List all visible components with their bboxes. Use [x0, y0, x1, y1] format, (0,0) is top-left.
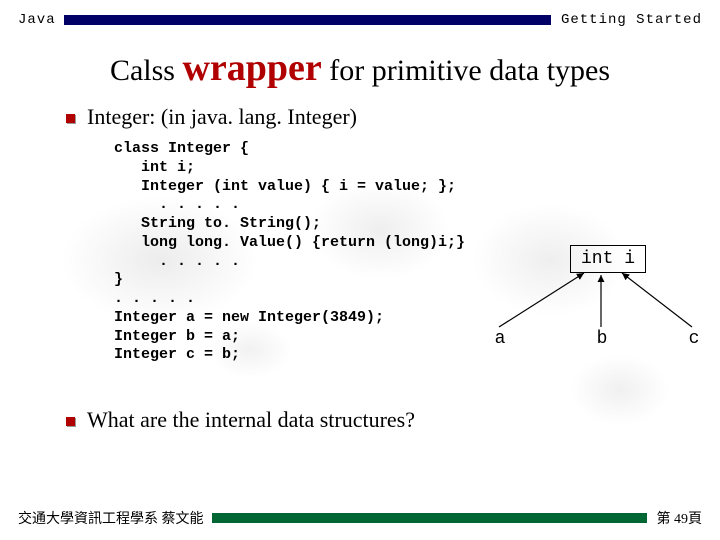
var-b: b: [592, 329, 612, 349]
code-block-area: class Integer { int i; Integer (int valu…: [114, 140, 674, 365]
footer-bar: 交通大學資訊工程學系 蔡文能 第 49頁: [18, 508, 702, 528]
header-rule: [64, 15, 551, 25]
header-left: Java: [18, 12, 56, 28]
title-emphasis: wrapper: [182, 47, 321, 89]
header-bar: Java Getting Started: [0, 0, 720, 28]
header-right: Getting Started: [561, 12, 702, 28]
bullet-integer: Integer: (in java. lang. Integer): [66, 104, 720, 130]
reference-diagram: int i a b c: [466, 245, 686, 365]
title-post: for primitive data types: [322, 54, 610, 87]
footer-right: 第 49頁: [657, 508, 703, 528]
footer-left: 交通大學資訊工程學系 蔡文能: [18, 508, 204, 528]
title-pre: Calss: [110, 54, 183, 87]
bullet-icon: [66, 417, 75, 426]
var-a: a: [490, 329, 510, 349]
bullet-text: Integer: (in java. lang. Integer): [87, 104, 357, 130]
slide-title: Calss wrapper for primitive data types: [0, 46, 720, 90]
bullet-icon: [66, 114, 75, 123]
bullet-question: What are the internal data structures?: [66, 407, 720, 433]
var-c: c: [684, 329, 704, 349]
footer-rule: [212, 513, 647, 523]
question-text: What are the internal data structures?: [87, 407, 415, 433]
